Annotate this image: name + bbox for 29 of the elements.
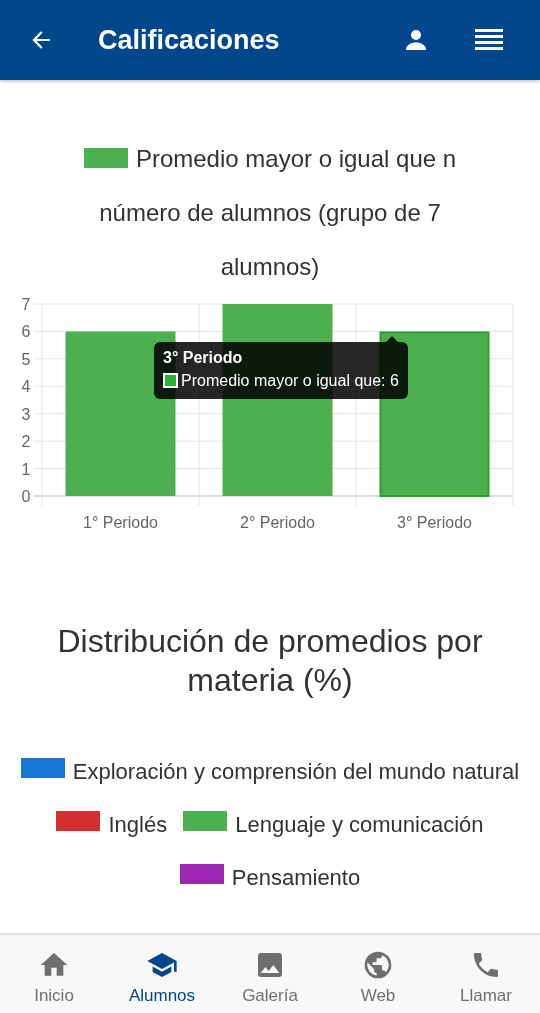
y-tick-label: 2 — [21, 433, 31, 451]
nav-tab[interactable]: Inicio — [0, 935, 108, 1013]
chart-title: Distribución de promedios por materia (%) — [56, 622, 484, 700]
nav-tab[interactable]: Web — [324, 935, 432, 1013]
x-tick-label: 2° Periodo — [240, 514, 315, 531]
nav-tab[interactable]: Galería — [216, 935, 324, 1013]
y-tick-label: 7 — [21, 296, 31, 313]
legend-label[interactable]: Inglés — [108, 812, 168, 837]
y-tick-label: 4 — [21, 378, 31, 396]
chart-legend: Promedio mayor o igual que n número de alumnos (grupo de 7 alumnos) — [0, 132, 540, 294]
legend-label[interactable]: Exploración y comprensión del mundo natural — [72, 759, 520, 784]
legend-label[interactable]: Lenguaje y comunicación — [235, 812, 484, 837]
y-tick-label: 6 — [21, 323, 31, 341]
globe-icon — [362, 949, 394, 981]
y-tick-label: 1 — [21, 460, 31, 478]
legend-label[interactable]: Pensamiento — [231, 865, 361, 890]
x-tick-label: 1° Periodo — [83, 514, 158, 531]
menu-icon[interactable] — [475, 28, 503, 52]
screen-title: Calificaciones — [98, 24, 281, 56]
tooltip-title: 3° Periodo — [163, 349, 244, 367]
x-tick-label: 3° Periodo — [397, 514, 472, 531]
nav-tab[interactable]: Alumnos — [108, 935, 216, 1013]
y-tick-label: 3 — [21, 405, 31, 423]
nav-tab[interactable]: Llamar — [432, 935, 540, 1013]
y-tick-label: 0 — [21, 488, 31, 505]
bar[interactable] — [65, 331, 176, 496]
y-tick-label: 5 — [21, 350, 31, 368]
legend-swatch — [83, 148, 128, 168]
tooltip-label: Promedio mayor o igual que: 6 — [163, 372, 399, 389]
